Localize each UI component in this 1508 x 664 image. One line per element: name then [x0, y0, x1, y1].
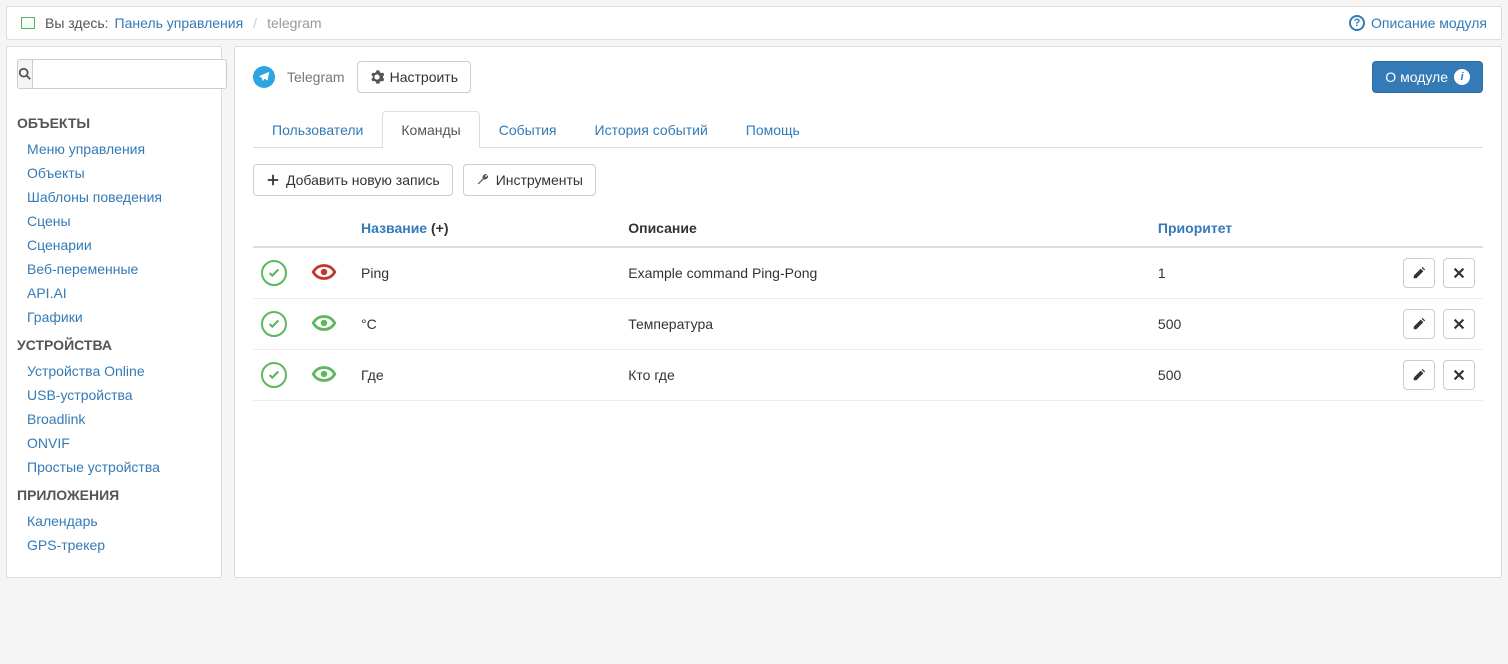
sidebar-item[interactable]: Broadlink	[27, 411, 85, 427]
search-row	[17, 59, 211, 89]
module-help-link[interactable]: ? Описание модуля	[1349, 15, 1487, 31]
sidebar-item[interactable]: Веб-переменные	[27, 261, 138, 277]
edit-button[interactable]	[1403, 309, 1435, 339]
module-header: Telegram Настроить О модуле i	[253, 61, 1483, 93]
topbar: Вы здесь: Панель управления / telegram ?…	[6, 6, 1502, 40]
visibility-icon[interactable]	[311, 262, 337, 282]
cell-priority: 500	[1150, 299, 1383, 350]
search-button[interactable]	[17, 59, 32, 89]
tools-button[interactable]: Инструменты	[463, 164, 596, 196]
breadcrumb: Вы здесь: Панель управления / telegram	[21, 15, 322, 31]
sidebar-item[interactable]: API.AI	[27, 285, 67, 301]
delete-button[interactable]	[1443, 360, 1475, 390]
sidebar-item[interactable]: Простые устройства	[27, 459, 160, 475]
delete-button[interactable]	[1443, 258, 1475, 288]
main-panel: Telegram Настроить О модуле i Пользовате…	[234, 46, 1502, 578]
breadcrumb-sep: /	[249, 15, 261, 31]
status-ok-icon[interactable]	[261, 260, 287, 286]
th-priority[interactable]: Приоритет	[1150, 210, 1383, 247]
search-icon	[18, 67, 32, 81]
sidebar-item[interactable]: Меню управления	[27, 141, 145, 157]
cell-name: Где	[353, 350, 620, 401]
sidebar: ОБЪЕКТЫ Меню управления Объекты Шаблоны пов…	[6, 46, 222, 578]
th-desc: Описание	[620, 210, 1150, 247]
pencil-icon	[1412, 368, 1426, 382]
cell-priority: 1	[1150, 247, 1383, 299]
tab[interactable]: Команды	[382, 111, 479, 148]
delete-button[interactable]	[1443, 309, 1475, 339]
pencil-icon	[1412, 317, 1426, 331]
edit-button[interactable]	[1403, 360, 1435, 390]
toolbar: Добавить новую запись Инструменты	[253, 164, 1483, 196]
tab[interactable]: Помощь	[727, 111, 819, 148]
telegram-icon	[253, 66, 275, 88]
sidebar-item[interactable]: Сценарии	[27, 237, 92, 253]
about-label: О модуле	[1385, 69, 1448, 85]
cell-name: Ping	[353, 247, 620, 299]
add-record-button[interactable]: Добавить новую запись	[253, 164, 453, 196]
module-name: Telegram	[287, 69, 345, 85]
sidebar-item[interactable]: GPS-трекер	[27, 537, 105, 553]
tab[interactable]: Пользователи	[253, 111, 382, 148]
sidebar-item[interactable]: Графики	[27, 309, 83, 325]
tools-label: Инструменты	[496, 172, 583, 188]
configure-button[interactable]: Настроить	[357, 61, 471, 93]
sidebar-item[interactable]: Устройства Online	[27, 363, 145, 379]
cell-priority: 500	[1150, 350, 1383, 401]
status-ok-icon[interactable]	[261, 362, 287, 388]
about-module-button[interactable]: О модуле i	[1372, 61, 1483, 93]
visibility-icon[interactable]	[311, 364, 337, 384]
table-row: Где Кто где 500	[253, 350, 1483, 401]
tabs: ПользователиКомандыСобытияИстория событи…	[253, 111, 1483, 148]
nav-section-title: ОБЪЕКТЫ	[17, 107, 211, 137]
info-icon: i	[1454, 69, 1470, 85]
table-row: °C Температура 500	[253, 299, 1483, 350]
pencil-icon	[1412, 266, 1426, 280]
question-icon: ?	[1349, 15, 1365, 31]
table-row: Ping Example command Ping-Pong 1	[253, 247, 1483, 299]
sidebar-item[interactable]: Календарь	[27, 513, 98, 529]
status-ok-icon[interactable]	[261, 311, 287, 337]
sidebar-item[interactable]: Шаблоны поведения	[27, 189, 162, 205]
sidebar-item[interactable]: Сцены	[27, 213, 71, 229]
cell-name: °C	[353, 299, 620, 350]
close-icon	[1452, 368, 1466, 382]
edit-button[interactable]	[1403, 258, 1435, 288]
gear-icon	[370, 70, 384, 84]
configure-label: Настроить	[390, 69, 458, 85]
breadcrumb-current: telegram	[267, 15, 321, 31]
tab[interactable]: История событий	[576, 111, 727, 148]
wrench-icon	[476, 173, 490, 187]
home-icon	[21, 17, 35, 29]
search-input[interactable]	[32, 59, 227, 89]
close-icon	[1452, 317, 1466, 331]
sidebar-item[interactable]: Объекты	[27, 165, 85, 181]
breadcrumb-home[interactable]: Панель управления	[115, 15, 244, 31]
sidebar-item[interactable]: USB-устройства	[27, 387, 133, 403]
commands-table: Название (+) Описание Приоритет Ping Exa…	[253, 210, 1483, 401]
tab[interactable]: События	[480, 111, 576, 148]
breadcrumb-label: Вы здесь:	[45, 15, 109, 31]
close-icon	[1452, 266, 1466, 280]
nav-section-title: УСТРОЙСТВА	[17, 329, 211, 359]
add-label: Добавить новую запись	[286, 172, 440, 188]
th-name[interactable]: Название (+)	[353, 210, 620, 247]
cell-desc: Example command Ping-Pong	[620, 247, 1150, 299]
cell-desc: Кто где	[620, 350, 1150, 401]
plus-icon	[266, 173, 280, 187]
module-help-text: Описание модуля	[1371, 15, 1487, 31]
nav-section-title: ПРИЛОЖЕНИЯ	[17, 479, 211, 509]
visibility-icon[interactable]	[311, 313, 337, 333]
cell-desc: Температура	[620, 299, 1150, 350]
sidebar-item[interactable]: ONVIF	[27, 435, 70, 451]
